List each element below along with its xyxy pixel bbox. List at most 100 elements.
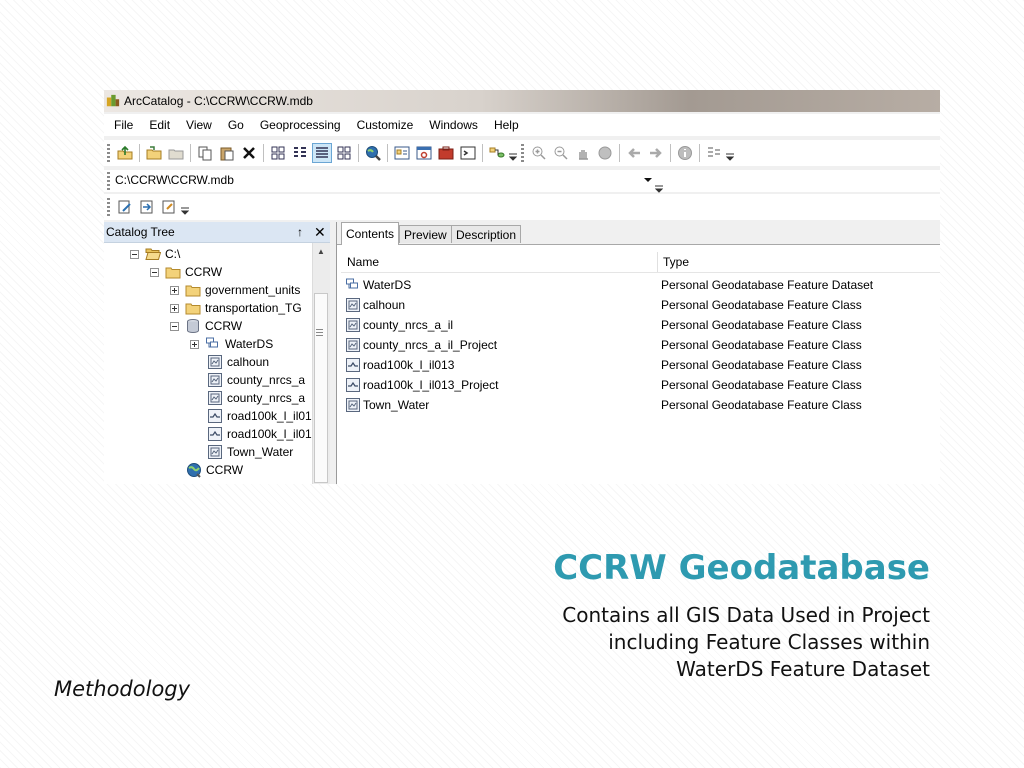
tree-item-calhoun[interactable]: calhoun [207,353,269,371]
toolbar-separator [263,144,264,162]
expand-icon[interactable] [170,303,179,313]
zoom-out-button[interactable] [552,144,570,162]
create-thumbnail-button[interactable] [705,144,723,162]
tree-item-ccrw-search[interactable]: CCRW [186,461,243,479]
menu-geoprocessing[interactable]: Geoprocessing [252,118,349,132]
expand-icon[interactable] [190,339,199,349]
pin-icon[interactable]: ↑ [297,222,303,242]
column-divider[interactable] [657,252,658,272]
row-name: road100k_l_il013 [363,358,455,372]
tab-preview[interactable]: Preview [399,225,452,243]
identify-button[interactable] [676,144,694,162]
table-row[interactable]: road100k_l_il013 Personal Geodatabase Fe… [345,356,940,374]
tree-item-ccrw-folder[interactable]: CCRW [150,263,222,281]
column-header-type[interactable]: Type [663,255,689,269]
toolbar-grip[interactable] [107,172,110,190]
arctoolbox-button[interactable] [437,144,455,162]
tree-scrollbar[interactable]: ▲ [312,243,330,484]
search-button[interactable] [364,144,382,162]
close-icon[interactable]: ✕ [314,222,326,242]
back-button[interactable] [625,144,643,162]
large-icons-button[interactable] [269,144,287,162]
tree-item-label: CCRW [206,463,244,477]
list-view-button[interactable] [291,144,309,162]
import-metadata-button[interactable] [138,198,156,216]
tab-description[interactable]: Description [451,225,522,243]
edit-metadata-button[interactable] [116,198,134,216]
toolbar-separator [358,144,359,162]
toolbar-options-dropdown[interactable] [725,144,735,162]
details-view-icon [316,147,328,158]
tree-item-government-units[interactable]: government_units [170,281,300,299]
python-window-button[interactable] [459,144,477,162]
tree-item-road100k-1[interactable]: road100k_l_il01 [207,407,312,425]
toolbar-options-dropdown[interactable] [508,144,518,162]
table-row[interactable]: calhoun Personal Geodatabase Feature Cla… [345,296,940,314]
tree-item-road100k-2[interactable]: road100k_l_il01 [207,425,312,443]
tree-item-c-drive[interactable]: C:\ [130,245,180,263]
thumbnails-button[interactable] [335,144,353,162]
up-one-level-button[interactable] [116,144,134,162]
list-view-icon [294,147,306,157]
paste-button[interactable] [218,144,236,162]
zoom-in-button[interactable] [530,144,548,162]
full-extent-button[interactable] [596,144,614,162]
tab-contents[interactable]: Contents [341,222,400,245]
polygon-feature-class-icon [345,297,361,313]
catalog-tree-panel: Catalog Tree ↑ ✕ C:\ CCRW government_uni… [104,222,330,484]
geography-toolbar [104,194,940,220]
tree-item-ccrw-geodatabase[interactable]: CCRW [170,317,242,335]
menu-help[interactable]: Help [486,118,527,132]
expand-icon[interactable] [170,285,179,295]
tree-item-label: C:\ [165,247,181,261]
menu-file[interactable]: File [104,118,141,132]
catalog-tree-button[interactable] [393,144,411,162]
delete-button[interactable] [240,144,258,162]
toolbar-grip[interactable] [107,198,110,216]
tree-item-label: county_nrcs_a [227,391,306,405]
search-window-button[interactable] [415,144,433,162]
table-row[interactable]: county_nrcs_a_il Personal Geodatabase Fe… [345,316,940,334]
table-row[interactable]: WaterDS Personal Geodatabase Feature Dat… [345,276,940,294]
tree-item-county-nrcs-2[interactable]: county_nrcs_a [207,389,305,407]
create-thumbnail-icon [708,147,720,157]
forward-button[interactable] [647,144,665,162]
table-row[interactable]: county_nrcs_a_il_Project Personal Geodat… [345,336,940,354]
export-metadata-button[interactable] [160,198,178,216]
toolbar-grip[interactable] [107,144,110,162]
catalog-tree-header: Catalog Tree ↑ ✕ [104,222,330,243]
scroll-up-icon[interactable]: ▲ [317,247,325,256]
details-view-button[interactable] [312,143,332,163]
tree-item-town-water[interactable]: Town_Water [207,443,293,461]
toolbar-grip[interactable] [521,144,524,162]
toolbar-options-dropdown[interactable] [654,176,664,194]
column-header-name[interactable]: Name [347,255,379,269]
table-row[interactable]: road100k_l_il013_Project Personal Geodat… [345,376,940,394]
row-type: Personal Geodatabase Feature Dataset [661,278,874,292]
collapse-icon[interactable] [130,249,139,259]
tree-item-county-nrcs-1[interactable]: county_nrcs_a [207,371,305,389]
scrollbar-thumb[interactable] [314,293,328,483]
chevron-down-icon[interactable] [643,176,653,184]
menu-windows[interactable]: Windows [421,118,486,132]
modelbuilder-button[interactable] [488,144,506,162]
menu-customize[interactable]: Customize [349,118,422,132]
pan-button[interactable] [574,144,592,162]
toolbar-options-dropdown[interactable] [180,198,190,216]
folder-icon [185,282,201,298]
location-combo[interactable]: C:\CCRW\CCRW.mdb [112,170,654,190]
menu-edit[interactable]: Edit [141,118,178,132]
tree-item-transportation[interactable]: transportation_TG [170,299,302,317]
copy-button[interactable] [196,144,214,162]
disconnect-folder-button[interactable] [167,144,185,162]
connect-folder-button[interactable] [145,144,163,162]
menu-view[interactable]: View [178,118,220,132]
location-input[interactable]: C:\CCRW\CCRW.mdb [115,171,234,189]
collapse-icon[interactable] [170,321,179,331]
collapse-icon[interactable] [150,267,159,277]
menu-go[interactable]: Go [220,118,252,132]
tree-item-waterds[interactable]: WaterDS [190,335,273,353]
table-row[interactable]: Town_Water Personal Geodatabase Feature … [345,396,940,414]
row-name: county_nrcs_a_il_Project [363,338,498,352]
row-type: Personal Geodatabase Feature Class [661,318,862,332]
